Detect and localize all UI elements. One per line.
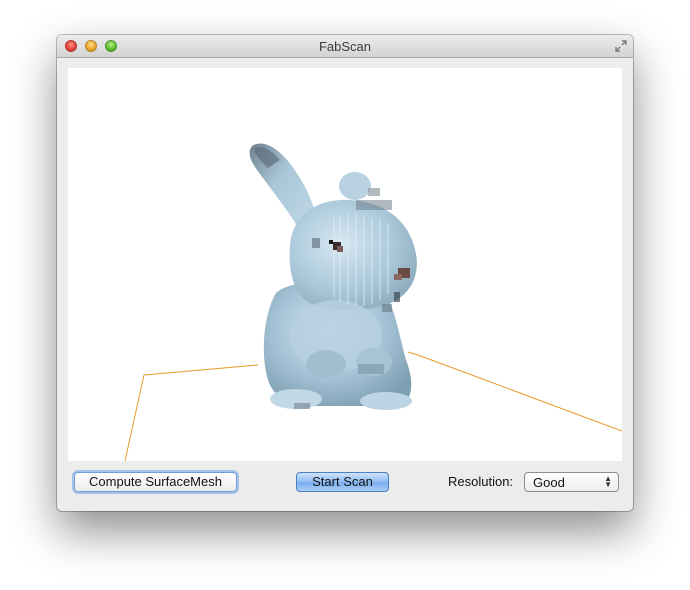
compute-surfacemesh-button[interactable]: Compute SurfaceMesh — [74, 472, 237, 492]
turntable-guide-line — [407, 351, 623, 432]
fullscreen-icon[interactable] — [614, 39, 628, 53]
start-scan-button[interactable]: Start Scan — [296, 472, 389, 492]
resolution-label: Resolution: — [448, 474, 514, 489]
scanned-bunny — [249, 143, 417, 410]
resolution-select[interactable]: Good ▲ ▼ — [524, 472, 619, 492]
point-cloud-canvas[interactable] — [68, 68, 623, 462]
title-bar[interactable]: FabScan — [57, 35, 633, 58]
resolution-selected-value: Good — [533, 475, 565, 490]
app-window: FabScan Compute SurfaceMesh Start Scan R… — [57, 35, 633, 511]
window-title: FabScan — [318, 39, 372, 54]
turntable-guide-line — [124, 364, 259, 462]
scan-3d-viewport[interactable] — [68, 68, 623, 462]
updown-arrows-icon: ▲ ▼ — [604, 474, 612, 489]
